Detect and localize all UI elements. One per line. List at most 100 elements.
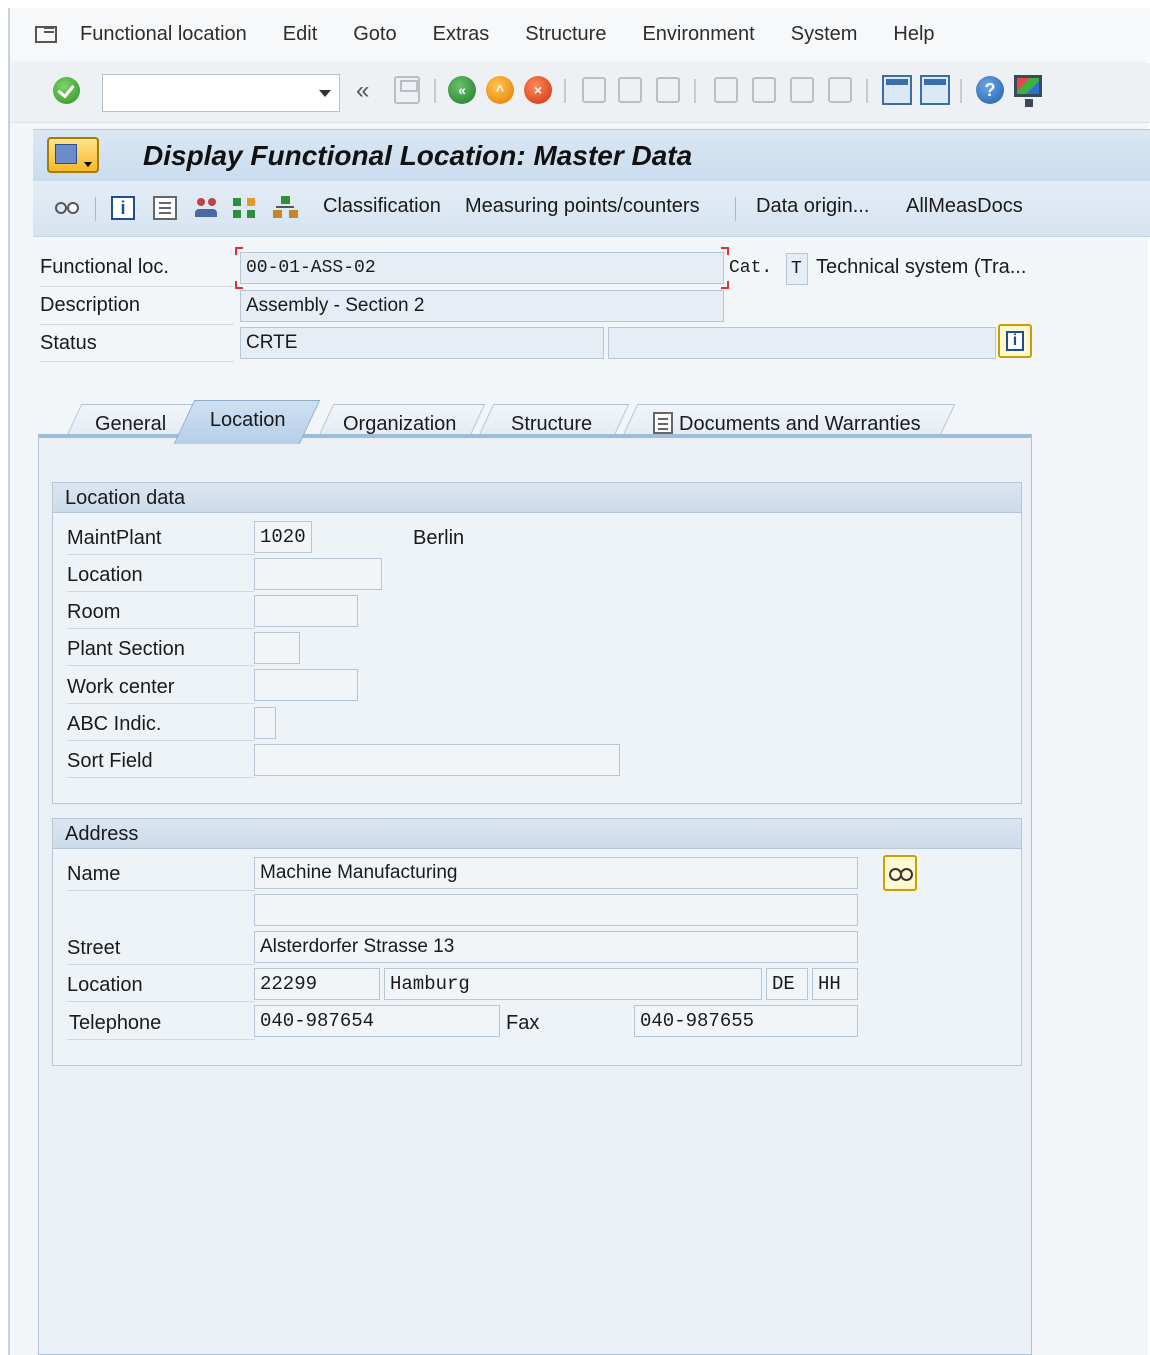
new-session-icon[interactable] xyxy=(882,75,912,105)
address-group: Address Name Machine Manufacturing Stree… xyxy=(52,818,1022,1066)
name-2-field[interactable] xyxy=(254,894,858,926)
chevron-down-icon[interactable] xyxy=(319,90,331,97)
menu-help[interactable]: Help xyxy=(893,23,934,46)
category-label: Cat. xyxy=(729,258,773,278)
customize-layout-icon[interactable] xyxy=(1014,75,1042,107)
menu-goto[interactable]: Goto xyxy=(353,23,396,46)
status-info-button[interactable]: i xyxy=(998,324,1032,358)
abc-indicator-field[interactable] xyxy=(254,707,276,739)
cancel-icon[interactable]: × xyxy=(524,76,552,104)
sort-field[interactable] xyxy=(254,744,620,776)
name-label: Name xyxy=(67,863,121,885)
group-title: Address xyxy=(53,819,1021,849)
label-underline xyxy=(40,361,234,362)
sort-field-label: Sort Field xyxy=(67,750,153,772)
label-underline xyxy=(67,964,255,965)
document-icon[interactable] xyxy=(153,196,177,220)
description-label: Description xyxy=(40,294,141,316)
status-label: Status xyxy=(40,332,97,354)
maintplant-name: Berlin xyxy=(413,527,465,549)
display-change-icon[interactable] xyxy=(53,196,81,220)
functional-loc-field[interactable]: 00-01-ASS-02 xyxy=(240,252,724,284)
data-origin-button[interactable]: Data origin... xyxy=(756,195,869,218)
description-field[interactable]: Assembly - Section 2 xyxy=(240,290,724,322)
previous-page-icon[interactable] xyxy=(752,77,776,103)
measuring-points-button[interactable]: Measuring points/counters xyxy=(465,195,700,218)
system-menu-icon[interactable] xyxy=(32,23,62,45)
name-field[interactable]: Machine Manufacturing xyxy=(254,857,858,889)
application-toolbar: i Classification Measuring points/counte… xyxy=(33,181,1150,237)
help-icon[interactable]: ? xyxy=(976,76,1004,104)
menu-edit[interactable]: Edit xyxy=(283,23,317,46)
hierarchy-icon[interactable] xyxy=(273,196,297,220)
save-icon[interactable] xyxy=(394,76,420,104)
label-underline xyxy=(67,554,255,555)
title-bar: Display Functional Location: Master Data xyxy=(33,129,1150,181)
menu-system[interactable]: System xyxy=(791,23,858,46)
category-field[interactable]: T xyxy=(786,253,808,285)
print-icon[interactable] xyxy=(582,77,606,103)
work-center-label: Work center xyxy=(67,676,175,698)
label-underline xyxy=(67,1001,255,1002)
partners-icon[interactable] xyxy=(195,196,219,220)
last-page-icon[interactable] xyxy=(828,77,852,103)
back-icon[interactable]: « xyxy=(448,76,476,104)
info-icon[interactable]: i xyxy=(111,196,135,220)
label-underline xyxy=(40,286,234,287)
plant-section-label: Plant Section xyxy=(67,638,185,660)
enter-check-icon[interactable] xyxy=(53,77,80,104)
label-underline xyxy=(40,324,234,325)
tab-label: Documents and Warranties xyxy=(679,413,921,435)
shortcut-icon[interactable] xyxy=(920,75,950,105)
next-page-icon[interactable] xyxy=(790,77,814,103)
postal-code-field[interactable]: 22299 xyxy=(254,968,380,1000)
toolbar-separator xyxy=(866,79,868,103)
command-input[interactable] xyxy=(103,75,303,109)
address-details-icon[interactable] xyxy=(883,855,917,891)
label-underline xyxy=(67,703,255,704)
telephone-field[interactable]: 040-987654 xyxy=(254,1005,500,1037)
region-field[interactable]: HH xyxy=(812,968,858,1000)
work-center-field[interactable] xyxy=(254,669,358,701)
status-field[interactable]: CRTE xyxy=(240,327,604,359)
plant-section-field[interactable] xyxy=(254,632,300,664)
menu-extras[interactable]: Extras xyxy=(433,23,490,46)
maintplant-label: MaintPlant xyxy=(67,527,162,549)
label-underline xyxy=(67,777,255,778)
tab-location[interactable]: Location xyxy=(173,400,321,444)
find-icon[interactable] xyxy=(618,77,642,103)
functional-loc-label: Functional loc. xyxy=(40,256,169,278)
info-icon: i xyxy=(1006,331,1024,351)
exit-icon[interactable]: ^ xyxy=(486,76,514,104)
menu-structure[interactable]: Structure xyxy=(525,23,606,46)
first-page-icon[interactable] xyxy=(714,77,738,103)
menu-functional-location[interactable]: Functional location xyxy=(80,23,247,46)
find-next-icon[interactable] xyxy=(656,77,680,103)
menu-environment[interactable]: Environment xyxy=(642,23,754,46)
abc-indicator-label: ABC Indic. xyxy=(67,713,162,735)
city-field[interactable]: Hamburg xyxy=(384,968,762,1000)
group-title: Location data xyxy=(53,483,1021,513)
command-field[interactable] xyxy=(102,74,340,112)
telephone-label: Telephone xyxy=(69,1012,162,1034)
required-marker xyxy=(721,281,729,289)
page-title: Display Functional Location: Master Data xyxy=(143,140,693,171)
command-history-icon[interactable]: « xyxy=(356,77,369,105)
allmeasdocs-button[interactable]: AllMeasDocs xyxy=(906,195,1023,218)
country-field[interactable]: DE xyxy=(766,968,808,1000)
label-underline xyxy=(67,740,255,741)
room-field[interactable] xyxy=(254,595,358,627)
status-field-2[interactable] xyxy=(608,327,996,359)
classification-button[interactable]: Classification xyxy=(323,195,441,218)
screen-menu-icon[interactable] xyxy=(47,137,99,173)
required-marker xyxy=(235,247,243,255)
maintplant-field[interactable]: 1020 xyxy=(254,521,312,553)
city-location-label: Location xyxy=(67,974,143,996)
street-field[interactable]: Alsterdorfer Strasse 13 xyxy=(254,931,858,963)
location-field[interactable] xyxy=(254,558,382,590)
structure-list-icon[interactable] xyxy=(233,196,257,220)
standard-toolbar: « « ^ × ? xyxy=(10,63,1150,123)
fax-field[interactable]: 040-987655 xyxy=(634,1005,858,1037)
menu-bar: Functional location Edit Goto Extras Str… xyxy=(10,8,1150,60)
fax-label: Fax xyxy=(506,1012,540,1034)
